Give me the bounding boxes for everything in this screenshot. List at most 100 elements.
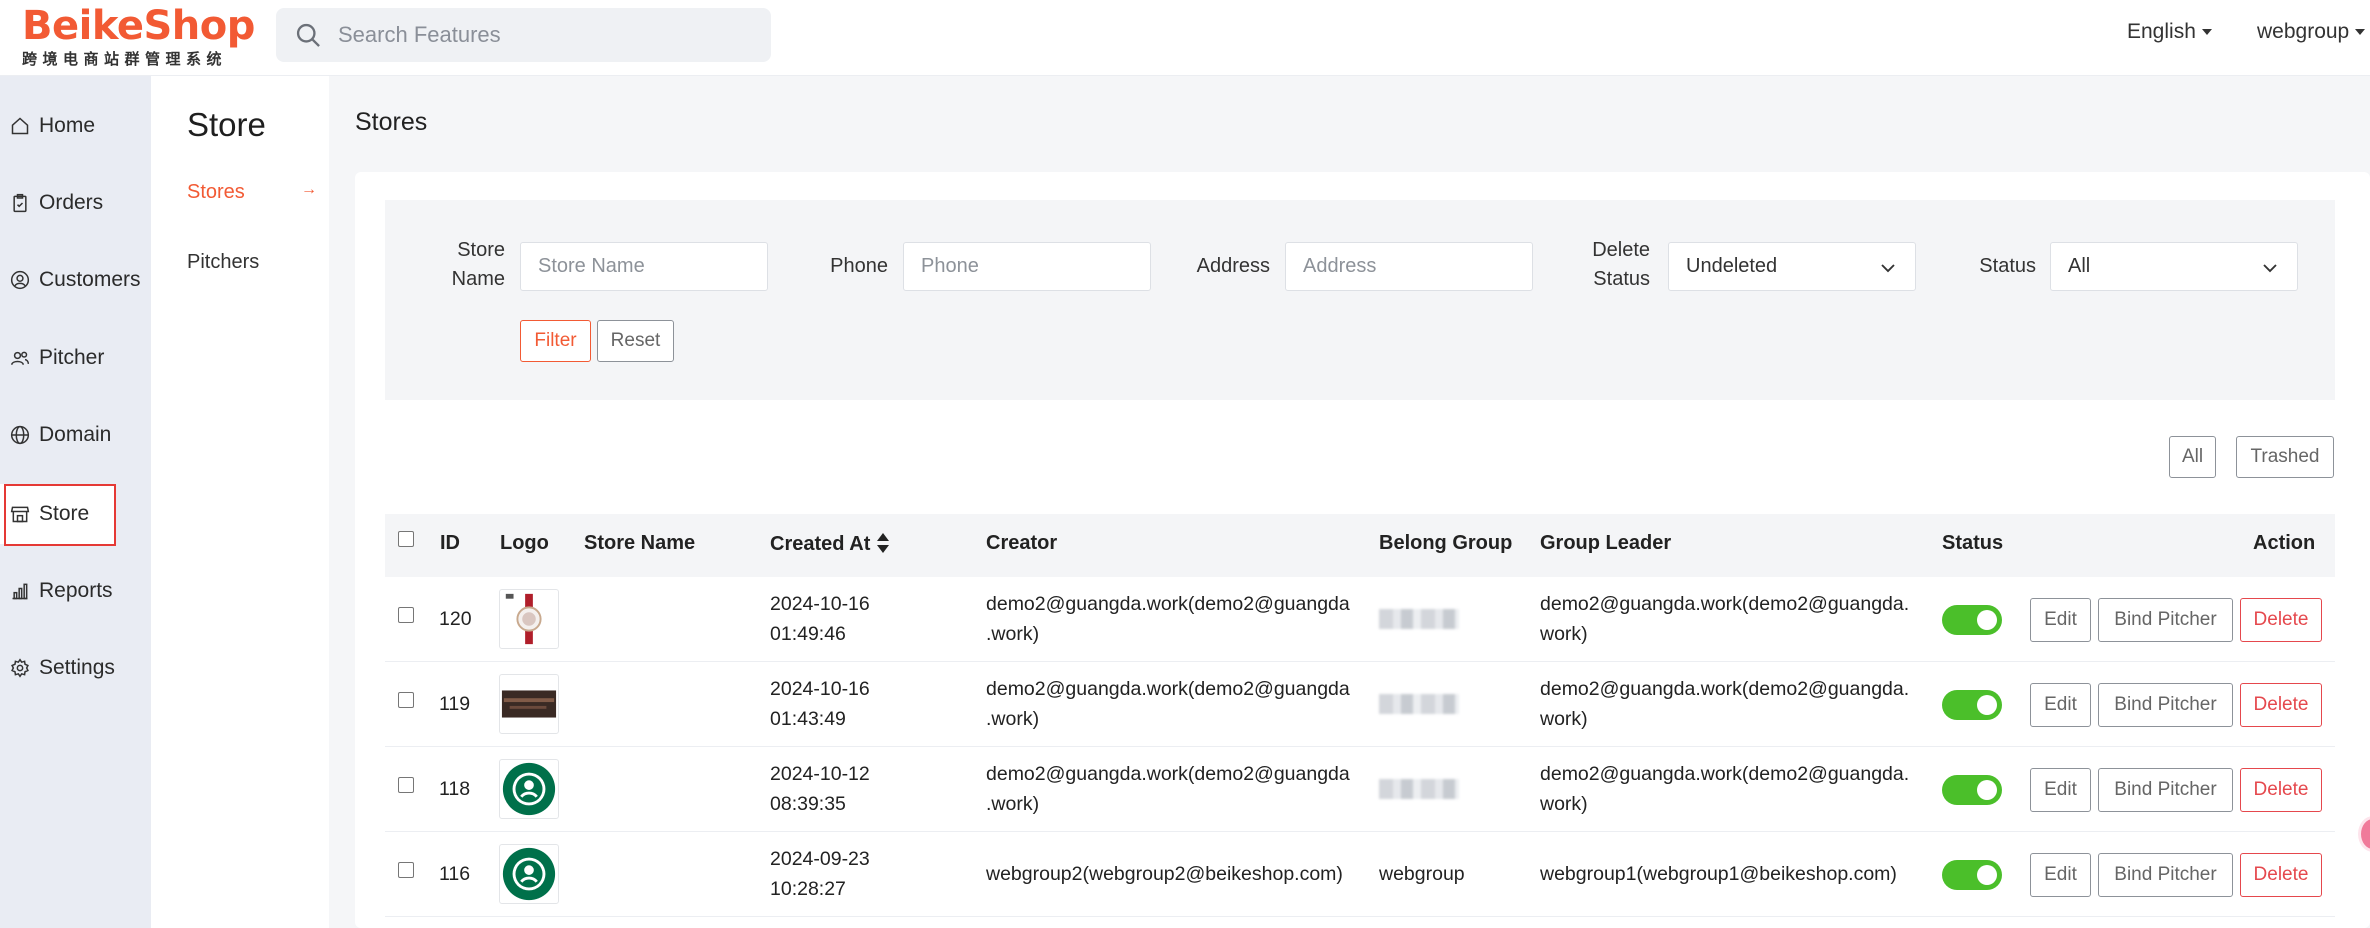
bind-pitcher-button[interactable]: Bind Pitcher xyxy=(2098,768,2233,812)
top-bar: BeikeShop 跨境电商站群管理系统 English webgroup xyxy=(0,0,2370,76)
leader-line1: demo2@guangda.work(demo2@guangda. xyxy=(1540,678,1910,700)
language-dropdown[interactable]: English xyxy=(2127,20,2212,44)
chevron-down-icon xyxy=(2201,29,2212,36)
subnav-item-stores-label: Stores xyxy=(187,181,245,203)
created-time: 08:39:35 xyxy=(770,793,846,815)
language-label: English xyxy=(2127,20,2196,43)
nav-pitcher[interactable]: Pitcher xyxy=(0,328,151,388)
nav-domain[interactable]: Domain xyxy=(0,405,151,465)
leader-line1: demo2@guangda.work(demo2@guangda. xyxy=(1540,763,1910,785)
edit-button[interactable]: Edit xyxy=(2030,768,2091,812)
leader-line1: demo2@guangda.work(demo2@guangda. xyxy=(1540,593,1910,615)
leader-line1: webgroup1(webgroup1@beikeshop.com) xyxy=(1540,863,1897,885)
phone-label: Phone xyxy=(830,255,888,277)
creator-line1: demo2@guangda.work(demo2@guangda xyxy=(986,763,1350,785)
status-toggle[interactable] xyxy=(1942,775,2002,805)
creator-line1: webgroup2(webgroup2@beikeshop.com) xyxy=(986,863,1343,885)
user-label: webgroup xyxy=(2257,20,2350,43)
nav-orders[interactable]: Orders xyxy=(0,173,151,233)
col-created-at[interactable]: Created At xyxy=(770,532,890,556)
col-created-at-label: Created At xyxy=(770,533,871,555)
feature-search[interactable] xyxy=(276,8,771,62)
banner-logo-image xyxy=(501,690,557,718)
address-label: Address xyxy=(1196,255,1270,277)
reset-button[interactable]: Reset xyxy=(597,320,674,362)
row-checkbox[interactable] xyxy=(398,862,414,878)
store-logo xyxy=(499,589,559,649)
logo-text: BeikeShop xyxy=(22,3,255,49)
filter-button[interactable]: Filter xyxy=(520,320,591,362)
delete-button[interactable]: Delete xyxy=(2240,598,2322,642)
delete-button[interactable]: Delete xyxy=(2240,853,2322,897)
row-checkbox[interactable] xyxy=(398,692,414,708)
created-time: 01:43:49 xyxy=(770,708,846,730)
created-date: 2024-10-16 xyxy=(770,593,870,615)
leader-line2: work) xyxy=(1540,708,1588,730)
status-toggle[interactable] xyxy=(1942,860,2002,890)
nav-customers[interactable]: Customers xyxy=(0,250,151,310)
belong-group-redacted xyxy=(1379,609,1459,629)
delete-button[interactable]: Delete xyxy=(2240,683,2322,727)
delete-status-select[interactable]: Undeleted xyxy=(1668,242,1916,291)
store-logo xyxy=(499,844,559,904)
subnav-item-pitchers[interactable]: Pitchers xyxy=(187,251,317,274)
user-circle-icon xyxy=(10,270,30,290)
select-all-checkbox[interactable] xyxy=(398,531,414,547)
bind-pitcher-button[interactable]: Bind Pitcher xyxy=(2098,853,2233,897)
arrow-right-icon: → xyxy=(301,181,317,198)
tab-all[interactable]: All xyxy=(2169,436,2216,478)
col-store-name: Store Name xyxy=(584,532,696,554)
user-dropdown[interactable]: webgroup xyxy=(2257,20,2366,44)
nav-home[interactable]: Home xyxy=(0,96,151,156)
watch-logo-image xyxy=(505,593,542,645)
status-value: All xyxy=(2068,255,2091,277)
gear-icon xyxy=(11,658,29,678)
nav-settings-label: Settings xyxy=(39,656,115,679)
secondary-sidebar: Store Stores → Pitchers xyxy=(151,76,329,928)
edit-button[interactable]: Edit xyxy=(2030,683,2091,727)
row-id: 120 xyxy=(439,608,472,630)
page-title: Stores xyxy=(355,108,428,136)
bind-pitcher-button[interactable]: Bind Pitcher xyxy=(2098,598,2233,642)
nav-pitcher-label: Pitcher xyxy=(39,346,105,369)
chevron-down-icon xyxy=(2263,264,2277,273)
logo-subtitle: 跨境电商站群管理系统 xyxy=(22,51,228,68)
row-checkbox[interactable] xyxy=(398,607,414,623)
row-id: 119 xyxy=(439,693,471,715)
delete-status-value: Undeleted xyxy=(1686,255,1778,277)
created-time: 01:49:46 xyxy=(770,623,846,645)
store-logo xyxy=(499,759,559,819)
status-label: Status xyxy=(1979,255,2036,277)
store-name-input[interactable] xyxy=(520,242,768,291)
search-input[interactable] xyxy=(338,22,738,48)
tab-trashed[interactable]: Trashed xyxy=(2236,436,2334,478)
phone-input[interactable] xyxy=(903,242,1151,291)
leader-line2: work) xyxy=(1540,623,1588,645)
col-logo: Logo xyxy=(500,532,549,554)
nav-home-label: Home xyxy=(39,114,96,137)
status-toggle[interactable] xyxy=(1942,690,2002,720)
table-row: 120 2024-10-16 01:49:46 demo2@guangda.wo… xyxy=(385,577,2335,662)
bind-pitcher-button[interactable]: Bind Pitcher xyxy=(2098,683,2233,727)
status-select[interactable]: All xyxy=(2050,242,2298,291)
col-action: Action xyxy=(2253,532,2316,554)
logo[interactable]: BeikeShop 跨境电商站群管理系统 xyxy=(22,3,255,69)
chevron-down-icon xyxy=(2355,29,2366,36)
active-nav-highlight xyxy=(4,484,116,546)
table-row: 118 2024-10-12 08:39:35 demo2@guangda.wo… xyxy=(385,747,2335,832)
search-icon xyxy=(296,23,320,47)
edit-button[interactable]: Edit xyxy=(2030,598,2091,642)
subnav-item-pitchers-label: Pitchers xyxy=(187,251,260,273)
nav-settings[interactable]: Settings xyxy=(0,638,151,698)
row-id: 116 xyxy=(439,863,471,885)
nav-reports[interactable]: Reports xyxy=(0,561,151,621)
nav-domain-label: Domain xyxy=(39,423,112,446)
delete-button[interactable]: Delete xyxy=(2240,768,2322,812)
status-toggle[interactable] xyxy=(1942,605,2002,635)
row-checkbox[interactable] xyxy=(398,777,414,793)
creator-line2: .work) xyxy=(986,623,1040,645)
bar-chart-icon xyxy=(12,583,28,600)
edit-button[interactable]: Edit xyxy=(2030,853,2091,897)
address-input[interactable] xyxy=(1285,242,1533,291)
subnav-item-stores[interactable]: Stores → xyxy=(187,181,317,204)
